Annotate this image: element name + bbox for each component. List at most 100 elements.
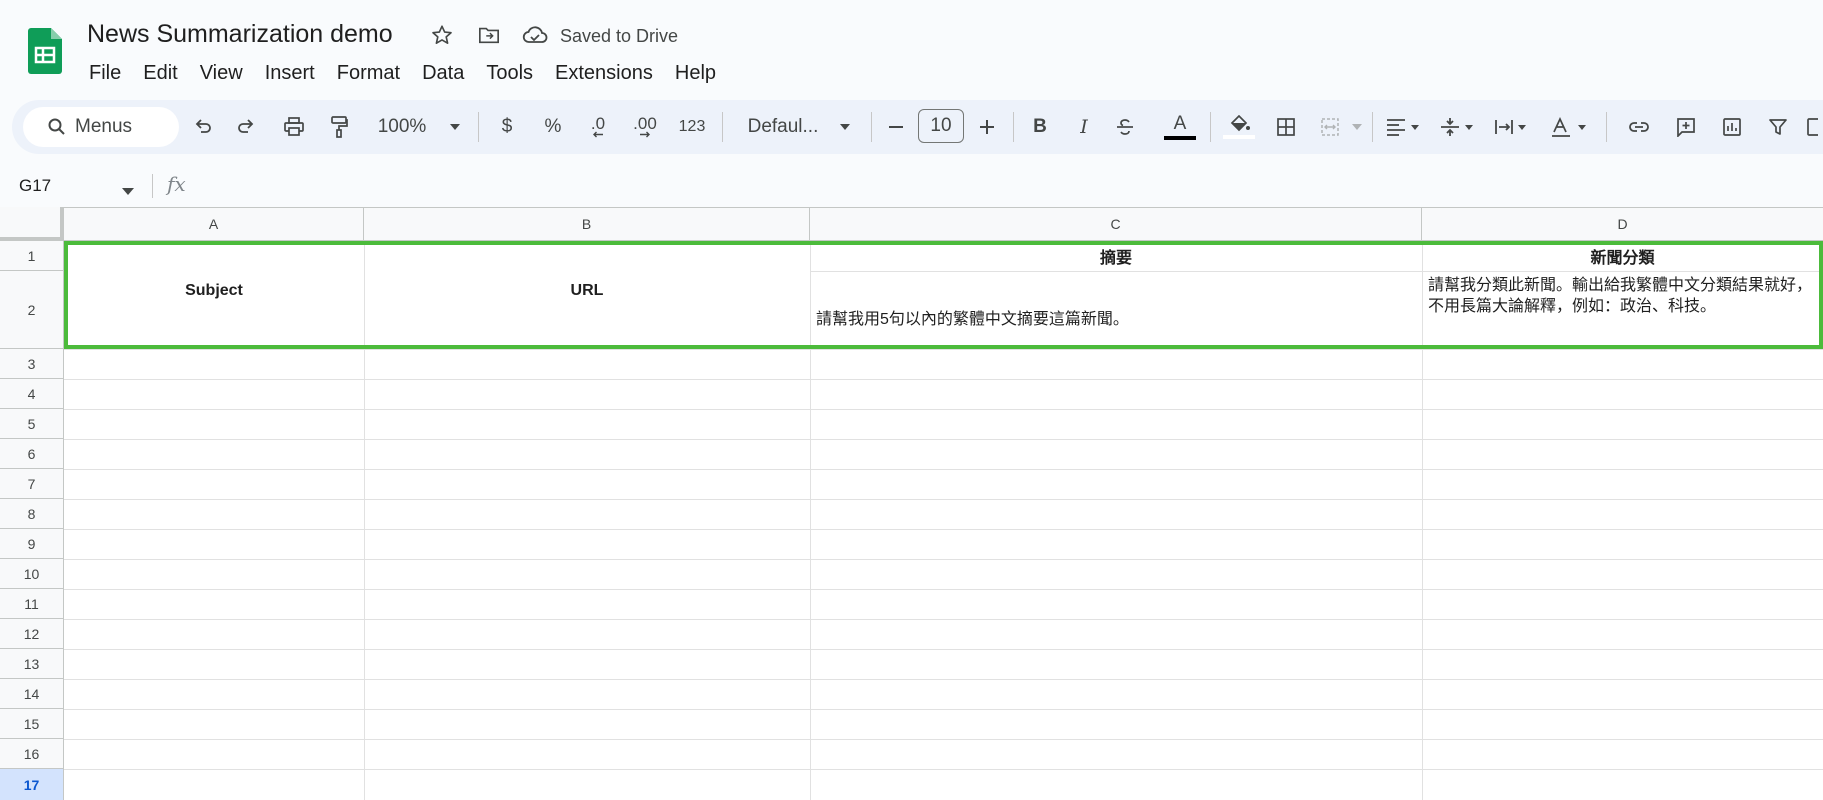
gridline — [64, 739, 1823, 740]
menu-view[interactable]: View — [189, 58, 254, 88]
row-header[interactable]: 4 — [0, 379, 64, 409]
bold-button[interactable]: B — [1031, 112, 1049, 142]
insert-link-icon[interactable] — [1626, 112, 1652, 142]
gridline — [64, 379, 1823, 380]
saved-status: Saved to Drive — [560, 26, 679, 46]
increase-decimal-label: .00 — [633, 113, 657, 133]
menu-insert[interactable]: Insert — [254, 58, 326, 88]
row-header[interactable]: 9 — [0, 529, 64, 559]
row-header[interactable]: 6 — [0, 439, 64, 469]
document-title[interactable]: News Summarization demo — [87, 20, 393, 49]
name-box-dropdown-icon[interactable] — [122, 182, 134, 200]
formula-input[interactable] — [200, 168, 1800, 200]
fx-icon: fx — [167, 172, 186, 196]
row-header[interactable]: 3 — [0, 349, 64, 379]
move-folder-icon[interactable] — [476, 22, 502, 48]
toolbar-divider — [1013, 112, 1014, 142]
percent-format-button[interactable]: % — [543, 112, 563, 142]
sheets-logo-icon[interactable] — [28, 28, 62, 74]
fill-color-icon[interactable] — [1222, 112, 1256, 142]
text-wrapping-icon[interactable] — [1492, 112, 1532, 142]
text-color-button[interactable]: A — [1163, 112, 1197, 142]
menu-data[interactable]: Data — [411, 58, 475, 88]
toolbar-divider — [478, 112, 479, 142]
strikethrough-icon[interactable] — [1113, 112, 1137, 142]
gridline — [64, 439, 1823, 440]
toolbar-divider — [1606, 112, 1607, 142]
italic-button[interactable]: I — [1075, 112, 1093, 142]
toolbar-divider — [871, 112, 872, 142]
increase-decimal-button[interactable]: .00 — [628, 112, 662, 142]
column-header-d[interactable]: D — [1422, 207, 1823, 241]
text-color-letter: A — [1173, 113, 1187, 134]
font-family-select[interactable]: Defaul... — [742, 112, 824, 142]
borders-icon[interactable] — [1274, 112, 1298, 142]
row-header[interactable]: 14 — [0, 679, 64, 709]
gridline — [64, 409, 1823, 410]
star-icon[interactable] — [429, 22, 455, 48]
arrow-right-icon — [640, 131, 650, 137]
gridline — [64, 469, 1823, 470]
menu-file[interactable]: File — [86, 58, 132, 88]
gridline — [64, 649, 1823, 650]
gridline — [64, 559, 1823, 560]
row-header-active[interactable]: 17 — [0, 769, 64, 800]
select-all-corner[interactable] — [0, 207, 64, 241]
menu-extensions[interactable]: Extensions — [544, 58, 664, 88]
gridline — [64, 709, 1823, 710]
vertical-align-icon[interactable] — [1437, 112, 1477, 142]
more-tools-icon[interactable] — [1806, 112, 1823, 142]
column-header-b[interactable]: B — [364, 207, 810, 241]
name-box[interactable]: G17 — [19, 176, 51, 196]
menu-help[interactable]: Help — [664, 58, 727, 88]
row-header[interactable]: 11 — [0, 589, 64, 619]
print-icon[interactable] — [281, 112, 307, 142]
row-header[interactable]: 5 — [0, 409, 64, 439]
row-header[interactable]: 8 — [0, 499, 64, 529]
search-menus-label: Menus — [75, 116, 133, 137]
merge-dropdown-icon[interactable] — [1351, 112, 1363, 142]
selection-highlight-border — [64, 241, 1823, 349]
menu-tools[interactable]: Tools — [475, 58, 544, 88]
decrease-decimal-button[interactable]: .0 — [583, 112, 613, 142]
text-rotation-icon[interactable] — [1548, 112, 1592, 142]
gridline — [64, 589, 1823, 590]
row-header[interactable]: 7 — [0, 469, 64, 499]
menu-edit[interactable]: Edit — [132, 58, 188, 88]
toolbar-divider — [1210, 112, 1211, 142]
search-menus-input[interactable]: Menus — [23, 107, 179, 147]
zoom-select[interactable]: 100% — [374, 112, 430, 142]
zoom-dropdown-icon[interactable] — [448, 112, 462, 142]
row-header[interactable]: 10 — [0, 559, 64, 589]
paint-format-icon[interactable] — [327, 112, 351, 142]
fill-color-swatch — [1223, 135, 1255, 139]
redo-icon[interactable] — [234, 112, 258, 142]
filter-icon[interactable] — [1766, 112, 1790, 142]
number-format-button[interactable]: 123 — [676, 112, 708, 142]
row-header[interactable]: 16 — [0, 739, 64, 769]
undo-icon[interactable] — [191, 112, 215, 142]
row-header[interactable]: 1 — [0, 241, 64, 271]
menu-format[interactable]: Format — [326, 58, 411, 88]
text-color-swatch — [1164, 136, 1196, 140]
row-header[interactable]: 2 — [0, 271, 64, 349]
currency-format-button[interactable]: $ — [498, 112, 516, 142]
row-header[interactable]: 13 — [0, 649, 64, 679]
menu-bar: File Edit View Insert Format Data Tools … — [86, 58, 727, 88]
font-dropdown-icon[interactable] — [838, 112, 852, 142]
insert-chart-icon[interactable] — [1720, 112, 1744, 142]
gridline — [64, 499, 1823, 500]
toolbar-divider — [722, 112, 723, 142]
search-icon — [47, 117, 67, 137]
column-header-a[interactable]: A — [64, 207, 364, 241]
row-header[interactable]: 12 — [0, 619, 64, 649]
formula-divider — [152, 174, 153, 198]
decrease-font-size-icon[interactable] — [886, 112, 906, 142]
column-header-c[interactable]: C — [810, 207, 1422, 241]
merge-cells-icon[interactable] — [1318, 112, 1342, 142]
font-size-input[interactable]: 10 — [918, 109, 964, 143]
increase-font-size-icon[interactable] — [977, 112, 997, 142]
horizontal-align-icon[interactable] — [1383, 112, 1423, 142]
insert-comment-icon[interactable] — [1674, 112, 1698, 142]
row-header[interactable]: 15 — [0, 709, 64, 739]
